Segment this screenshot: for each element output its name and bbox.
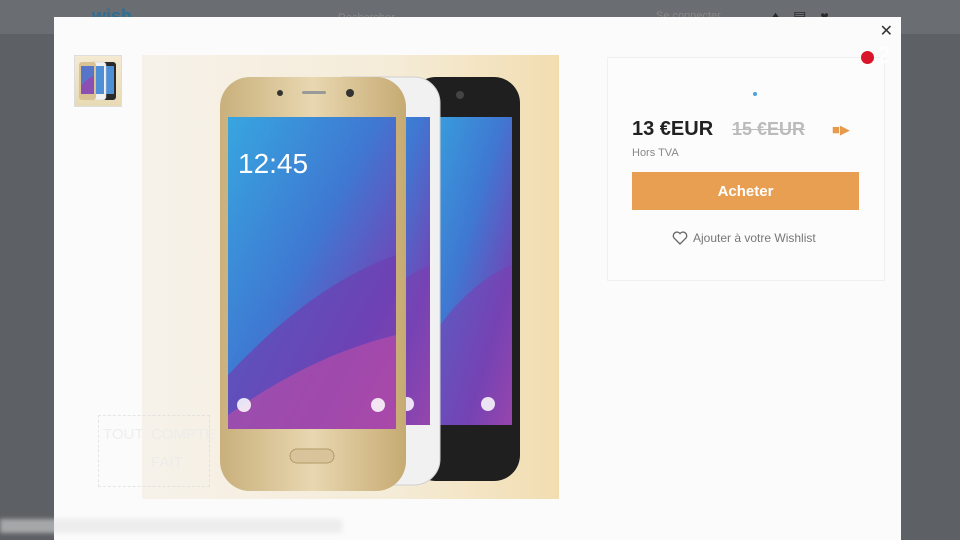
watermark-word: COMPTE [151,426,216,443]
phone-gold: 12:45 [220,77,406,491]
live-indicator [861,51,874,64]
heart-outline-icon [672,231,688,245]
buy-button[interactable]: Acheter [632,172,859,210]
tax-note: Hors TVA [632,147,679,159]
close-button[interactable]: ✕ [880,21,893,41]
wishlist-label: Ajouter à votre Wishlist [693,231,816,245]
original-price: 15 €EUR [732,119,806,139]
show-watermark: TOUT COMPTE FAIT [98,415,215,487]
blurred-caption [0,519,342,533]
product-thumbnail[interactable] [74,55,122,107]
thumbnail-phones [79,61,116,101]
shipping-truck-icon: ■▶ [832,122,850,137]
loading-dot [753,92,757,96]
purchase-panel: 13 €EUR 15 €EUR ■▶ Hors TVA Acheter Ajou… [607,57,885,281]
lockscreen-clock: 12:45 [238,148,308,179]
watermark-word: FAIT [151,454,183,471]
current-price: 13 €EUR [632,118,714,140]
watermark-word: TOUT [103,426,144,443]
channel-logo: 2 [877,42,891,69]
add-to-wishlist-link[interactable]: Ajouter à votre Wishlist [672,231,816,245]
